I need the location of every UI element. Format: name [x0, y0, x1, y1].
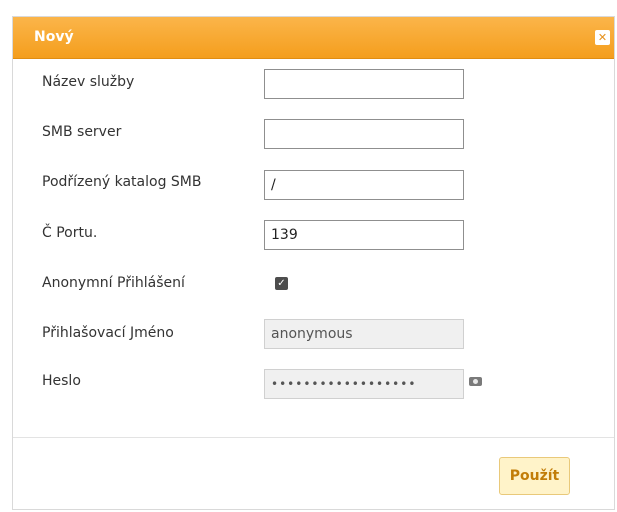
- close-icon[interactable]: ✕: [595, 30, 610, 45]
- smb-subdir-label: Podřízený katalog SMB: [42, 174, 202, 190]
- apply-button[interactable]: Použít: [499, 457, 570, 495]
- password-label: Heslo: [42, 373, 81, 389]
- footer-divider: [13, 437, 614, 438]
- dialog-titlebar: Nový ✕: [13, 17, 614, 59]
- port-input[interactable]: 139: [264, 220, 464, 250]
- anonymous-login-label: Anonymní Přihlášení: [42, 275, 185, 291]
- password-input[interactable]: ••••••••••••••••••: [264, 369, 464, 399]
- smb-server-input[interactable]: [264, 119, 464, 149]
- dialog-title: Nový: [34, 29, 74, 45]
- service-name-input[interactable]: [264, 69, 464, 99]
- anonymous-login-checkbox[interactable]: ✓: [275, 277, 288, 290]
- login-name-label: Přihlašovací Jméno: [42, 325, 174, 341]
- smb-subdir-input[interactable]: /: [264, 170, 464, 200]
- new-service-dialog: Nový ✕ Název služby SMB server Podřízený…: [12, 16, 615, 510]
- service-name-label: Název služby: [42, 74, 135, 90]
- eye-icon[interactable]: [469, 377, 482, 386]
- login-name-input[interactable]: anonymous: [264, 319, 464, 349]
- port-label: Č Portu.: [42, 225, 98, 241]
- smb-server-label: SMB server: [42, 124, 122, 140]
